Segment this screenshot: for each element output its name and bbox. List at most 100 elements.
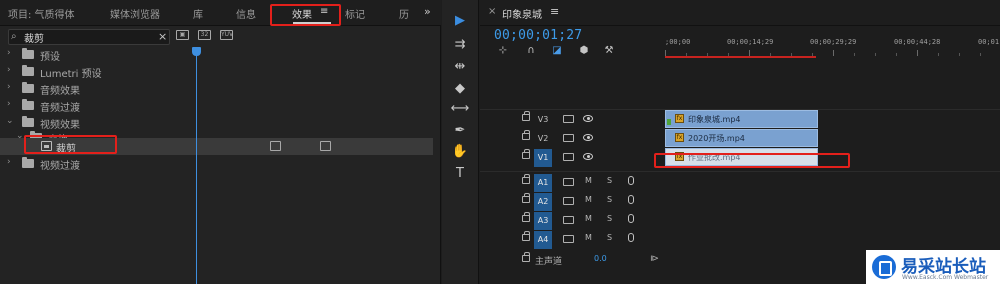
chevron-down-icon[interactable]: ⌄ [6, 116, 14, 126]
chevron-right-icon[interactable]: › [7, 48, 11, 58]
fx-badge-icon: fx [675, 114, 684, 123]
sync-lock-icon[interactable] [563, 235, 574, 243]
timecode-display[interactable]: 00;00;01;27 [494, 28, 582, 43]
chevron-right-icon[interactable]: › [7, 99, 11, 109]
microphone-icon[interactable] [628, 214, 634, 223]
chevron-right-icon[interactable]: › [7, 82, 11, 92]
sync-lock-icon[interactable] [563, 134, 574, 142]
32bit-effects-icon[interactable]: 32 [198, 30, 211, 40]
mute-button[interactable]: M [585, 195, 592, 204]
tree-item-presets[interactable]: › 预设 [0, 46, 433, 63]
clip-v2[interactable]: fx 2020开场.mp4 [665, 129, 818, 147]
lock-icon[interactable] [522, 130, 530, 140]
playhead-handle[interactable] [192, 47, 201, 56]
master-volume-value[interactable]: 0.0 [594, 254, 607, 263]
pen-tool-icon[interactable]: ✒ [450, 122, 470, 140]
microphone-icon[interactable] [628, 195, 634, 204]
ruler-label: 00;00;14;29 [727, 38, 774, 46]
go-to-end-icon[interactable]: ⧐ [650, 254, 659, 264]
mute-button[interactable]: M [585, 176, 592, 185]
folder-icon [22, 65, 34, 76]
microphone-icon[interactable] [628, 176, 634, 185]
chevron-right-icon[interactable]: › [7, 157, 11, 167]
slip-tool-icon[interactable]: ⟷ [450, 100, 470, 118]
linked-selection-icon[interactable]: ◪ [550, 45, 564, 57]
mute-button[interactable]: M [585, 214, 592, 223]
tab-history[interactable]: 历 [399, 6, 409, 21]
tab-project[interactable]: 项目: 气质得体 [8, 6, 75, 21]
eye-icon[interactable] [583, 115, 593, 122]
lock-icon[interactable] [522, 174, 530, 184]
type-tool-icon[interactable]: T [450, 165, 470, 183]
close-icon[interactable]: × [488, 6, 496, 17]
panel-menu-icon[interactable]: ≡ [320, 6, 328, 17]
mute-button[interactable]: M [585, 233, 592, 242]
track-label-a2[interactable]: A2 [534, 193, 552, 211]
selection-tool-icon[interactable]: ▶ [450, 12, 470, 30]
yuv-effects-icon[interactable]: YUV [220, 30, 233, 40]
sync-lock-icon[interactable] [563, 178, 574, 186]
track-label-a1[interactable]: A1 [534, 174, 552, 192]
clip-marker [667, 119, 671, 125]
track-label-a4[interactable]: A4 [534, 231, 552, 249]
wrench-icon[interactable]: ⚒ [602, 45, 616, 57]
tab-markers[interactable]: 标记 [345, 6, 365, 21]
eye-icon[interactable] [583, 134, 593, 141]
sync-lock-icon[interactable] [563, 197, 574, 205]
tree-item-crop[interactable]: 裁剪 [0, 138, 433, 155]
solo-button[interactable]: S [607, 214, 612, 223]
active-tab-underline [293, 22, 331, 24]
lock-icon[interactable] [522, 193, 530, 203]
lock-icon[interactable] [522, 231, 530, 241]
tree-item-lumetri-presets[interactable]: › Lumetri 预设 [0, 63, 433, 80]
work-area-bar[interactable] [665, 56, 816, 58]
solo-button[interactable]: S [607, 195, 612, 204]
clear-search-icon[interactable]: × [158, 30, 167, 43]
playhead-line[interactable] [196, 56, 197, 284]
hand-tool-icon[interactable]: ✋ [450, 143, 470, 161]
sequence-menu-icon[interactable]: ≡ [550, 5, 559, 18]
track-a3: A3 M S [480, 211, 1000, 230]
solo-button[interactable]: S [607, 233, 612, 242]
add-marker-icon[interactable]: ⬢ [577, 45, 591, 57]
clip-v3[interactable]: fx 印象泉城.mp4 [665, 110, 818, 128]
track-label-a3[interactable]: A3 [534, 212, 552, 230]
clip-v1[interactable]: fx 作业批改.mp4 [665, 148, 818, 166]
solo-button[interactable]: S [607, 176, 612, 185]
eye-icon[interactable] [583, 153, 593, 160]
tab-effects[interactable]: 效果 [292, 6, 312, 21]
snap-icon[interactable]: ∩ [524, 45, 538, 57]
sync-lock-icon[interactable] [563, 153, 574, 161]
nest-icon[interactable]: ⊹ [496, 45, 510, 57]
microphone-icon[interactable] [628, 233, 634, 242]
razor-tool-icon[interactable]: ◆ [450, 80, 470, 98]
track-v3: V3 fx 印象泉城.mp4 [480, 110, 1000, 129]
search-input[interactable] [24, 30, 154, 44]
sync-lock-icon[interactable] [563, 115, 574, 123]
tab-libraries[interactable]: 库 [193, 6, 203, 21]
sequence-title[interactable]: 印象泉城 [502, 6, 542, 21]
lock-icon[interactable] [522, 212, 530, 222]
time-ruler[interactable]: ;00;00 00;00;14;29 00;00;29;29 00;00;44;… [665, 36, 1000, 58]
track-label-v2[interactable]: V2 [534, 133, 552, 149]
tree-item-audio-effects[interactable]: › 音频效果 [0, 80, 433, 97]
accelerated-effects-icon[interactable]: ▣ [176, 30, 189, 40]
tab-media-browser[interactable]: 媒体浏览器 [110, 6, 160, 21]
chevron-right-double-icon[interactable]: » [424, 5, 431, 18]
track-label-v1[interactable]: V1 [534, 149, 552, 167]
fx-badge-icon: fx [675, 133, 684, 142]
tab-info[interactable]: 信息 [236, 6, 256, 21]
lock-icon[interactable] [522, 149, 530, 159]
ripple-edit-tool-icon[interactable]: ⇹ [450, 58, 470, 76]
track-select-tool-icon[interactable]: ⇉ [450, 36, 470, 54]
ruler-label: 00;00;44;28 [894, 38, 941, 46]
tree-item-audio-transitions[interactable]: › 音频过渡 [0, 97, 433, 114]
track-label-v3[interactable]: V3 [534, 114, 552, 130]
chevron-right-icon[interactable]: › [7, 65, 11, 75]
accelerated-badge-icon [270, 141, 281, 151]
lock-icon[interactable] [522, 252, 530, 262]
watermark-subtext: Www.Easck.Com Webmaster [902, 274, 989, 281]
lock-icon[interactable] [522, 111, 530, 121]
tree-item-video-transitions[interactable]: › 视频过渡 [0, 155, 433, 172]
sync-lock-icon[interactable] [563, 216, 574, 224]
